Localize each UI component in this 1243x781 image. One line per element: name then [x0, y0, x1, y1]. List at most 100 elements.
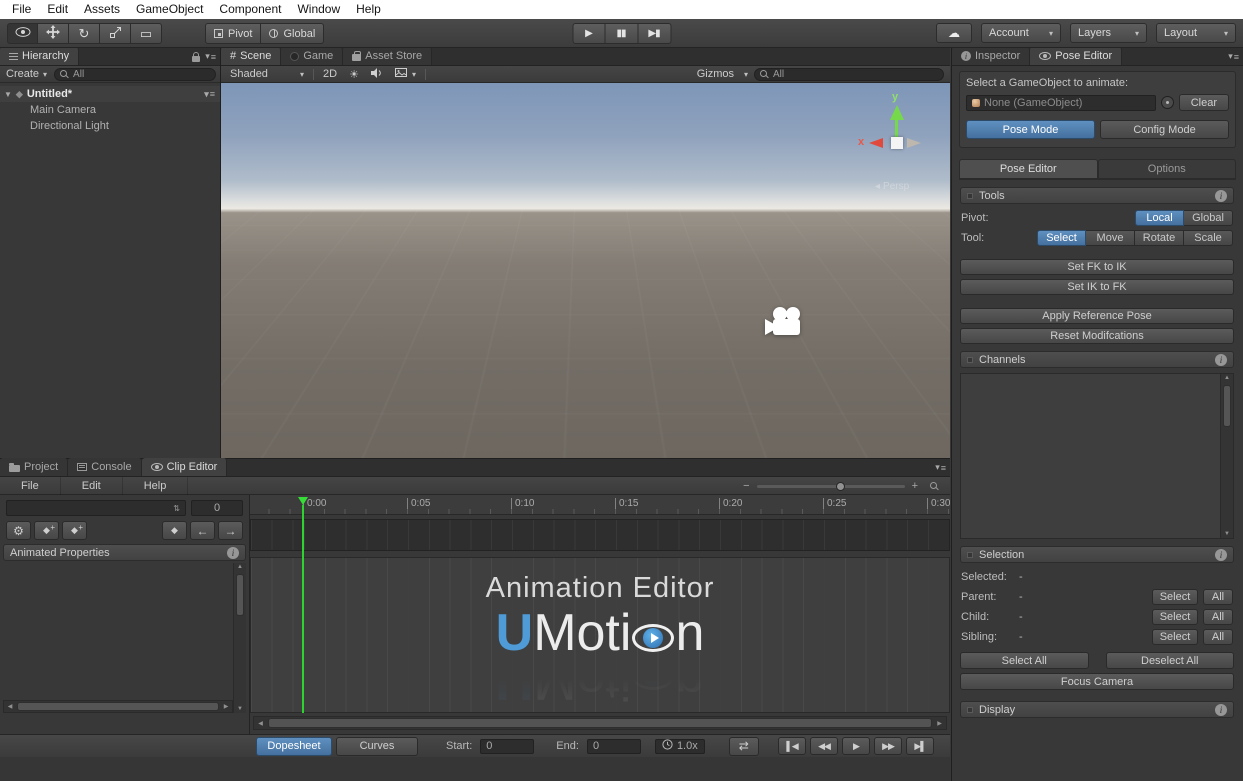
tab-pose-editor[interactable]: Pose Editor — [1030, 47, 1122, 65]
parent-all-button[interactable]: All — [1203, 589, 1233, 605]
menu-edit[interactable]: Edit — [39, 0, 76, 19]
info-icon[interactable]: i — [1215, 549, 1227, 561]
dopesheet-canvas[interactable]: Animation Editor UMotin UMotin — [250, 557, 950, 713]
scale-tool-button[interactable] — [100, 23, 131, 44]
scroll-up-icon[interactable]: ▲ — [1221, 375, 1233, 381]
audio-toggle-button[interactable] — [365, 67, 389, 82]
add-key-button[interactable]: ◆ + — [34, 521, 59, 540]
scene-search-input[interactable]: All — [754, 68, 944, 81]
focus-camera-button[interactable]: Focus Camera — [960, 673, 1234, 690]
effects-dropdown[interactable]: ▾ — [389, 67, 422, 82]
scene-menu-button[interactable]: ▾≡ — [204, 89, 215, 100]
parent-select-button[interactable]: Select — [1152, 589, 1198, 605]
playback-speed-dropdown[interactable]: 1.0x — [655, 739, 705, 754]
gameobject-object-field[interactable]: None (GameObject) — [966, 95, 1156, 111]
skip-to-start-button[interactable]: ▌◀ — [778, 737, 806, 755]
hierarchy-search-input[interactable]: All — [54, 68, 216, 81]
clip-selector-dropdown[interactable]: ⇅ — [6, 500, 186, 516]
tool-scale-button[interactable]: Scale — [1184, 230, 1233, 246]
display-section-header[interactable]: Display i — [960, 701, 1234, 718]
perspective-toggle[interactable]: ◂ Persp — [875, 181, 909, 192]
menu-file[interactable]: File — [4, 0, 39, 19]
section-toggle[interactable] — [967, 552, 973, 558]
channels-scrollbar[interactable]: ▲ ▼ — [1220, 374, 1233, 538]
lock-icon[interactable] — [192, 56, 200, 62]
animated-properties-header[interactable]: Animated Properties i — [3, 544, 246, 561]
settings-button[interactable]: ⚙ — [6, 521, 31, 540]
zoom-slider-thumb[interactable] — [836, 482, 845, 491]
2d-toggle-button[interactable]: 2D — [317, 67, 343, 82]
tools-section-header[interactable]: Tools i — [960, 187, 1234, 204]
scene-viewport[interactable]: y x ◂ Persp — [221, 83, 950, 458]
orientation-gizmo[interactable]: y x ◂ Persp — [861, 93, 945, 193]
step-button[interactable]: ▶▮ — [638, 23, 671, 44]
axis-center-cube[interactable] — [891, 137, 903, 149]
add-event-button[interactable]: ◆ + — [62, 521, 87, 540]
section-toggle[interactable] — [967, 707, 973, 713]
account-dropdown[interactable]: Account ▾ — [981, 23, 1061, 43]
scroll-left-icon[interactable]: ◀ — [4, 703, 16, 710]
pause-button[interactable]: ▮▮ — [605, 23, 638, 44]
panel-menu-button[interactable]: ▾≡ — [1228, 51, 1239, 62]
clip-menu-file[interactable]: File — [0, 477, 61, 495]
menu-help[interactable]: Help — [348, 0, 389, 19]
panel-menu-button[interactable]: ▾≡ — [935, 462, 946, 473]
curves-tab[interactable]: Curves — [336, 737, 418, 756]
rect-tool-button[interactable]: ▭ — [131, 23, 162, 44]
section-toggle[interactable] — [967, 193, 973, 199]
scroll-right-icon[interactable]: ▶ — [220, 703, 232, 710]
clip-menu-help[interactable]: Help — [123, 477, 189, 495]
selection-section-header[interactable]: Selection i — [960, 546, 1234, 563]
scroll-up-icon[interactable]: ▲ — [234, 564, 246, 570]
scroll-down-icon[interactable]: ▼ — [234, 706, 246, 712]
tab-inspector[interactable]: i Inspector — [952, 47, 1030, 65]
end-frame-field[interactable]: 0 — [587, 739, 641, 754]
clip-menu-edit[interactable]: Edit — [61, 477, 123, 495]
child-select-button[interactable]: Select — [1152, 609, 1198, 625]
config-mode-button[interactable]: Config Mode — [1100, 120, 1229, 139]
scroll-down-icon[interactable]: ▼ — [1221, 531, 1233, 537]
sibling-select-button[interactable]: Select — [1152, 629, 1198, 645]
tab-scene[interactable]: # Scene — [221, 47, 281, 65]
deselect-all-button[interactable]: Deselect All — [1106, 652, 1235, 669]
tab-project[interactable]: Project — [0, 458, 68, 476]
sibling-all-button[interactable]: All — [1203, 629, 1233, 645]
info-icon[interactable]: i — [1215, 704, 1227, 716]
collab-cloud-button[interactable]: ☁ — [936, 23, 972, 43]
start-frame-field[interactable]: 0 — [480, 739, 534, 754]
rotate-tool-button[interactable]: ↻ — [69, 23, 100, 44]
rewind-button[interactable]: ◀◀ — [810, 737, 838, 755]
set-fk-to-ik-button[interactable]: Set FK to IK — [960, 259, 1234, 275]
axis-x-cone[interactable] — [869, 138, 883, 148]
scrollbar-thumb[interactable] — [236, 574, 244, 616]
reset-modifications-button[interactable]: Reset Modifcations — [960, 328, 1234, 344]
menu-component[interactable]: Component — [211, 0, 289, 19]
play-button[interactable]: ▶ — [572, 23, 605, 44]
create-dropdown[interactable]: Create ▾ — [4, 68, 49, 80]
tool-select-button[interactable]: Select — [1037, 230, 1086, 246]
zoom-in-icon[interactable]: + — [912, 480, 918, 492]
subtab-pose-editor[interactable]: Pose Editor — [959, 159, 1098, 179]
layers-dropdown[interactable]: Layers ▾ — [1070, 23, 1147, 43]
shading-mode-dropdown[interactable]: Shaded ▾ — [224, 67, 310, 82]
pivot-local-button[interactable]: Local — [1135, 210, 1184, 226]
info-icon[interactable]: i — [1215, 190, 1227, 202]
axis-z-cone[interactable] — [907, 138, 921, 148]
axis-y-cone[interactable] — [890, 105, 904, 120]
layout-dropdown[interactable]: Layout ▾ — [1156, 23, 1236, 43]
tab-console[interactable]: Console — [68, 458, 141, 476]
set-ik-to-fk-button[interactable]: Set IK to FK — [960, 279, 1234, 295]
skip-to-end-button[interactable]: ▶▌ — [906, 737, 934, 755]
scroll-left-icon[interactable]: ◀ — [254, 720, 267, 727]
subtab-options[interactable]: Options — [1098, 159, 1237, 179]
zoom-slider[interactable] — [757, 485, 905, 488]
timeline-ruler[interactable]: 0:00 0:05 0:10 0:15 0:20 0:25 0:30 — [250, 495, 950, 515]
tab-clip-editor[interactable]: Clip Editor — [142, 458, 228, 476]
info-icon[interactable]: i — [1215, 354, 1227, 366]
auto-key-button[interactable]: ◆ — [162, 521, 187, 540]
tab-asset-store[interactable]: Asset Store — [343, 47, 432, 65]
panel-menu-button[interactable]: ▾≡ — [205, 51, 216, 62]
dopesheet-tab[interactable]: Dopesheet — [256, 737, 332, 756]
properties-vertical-scrollbar[interactable]: ▲ ▼ — [233, 563, 246, 713]
object-picker-button[interactable] — [1161, 96, 1174, 109]
